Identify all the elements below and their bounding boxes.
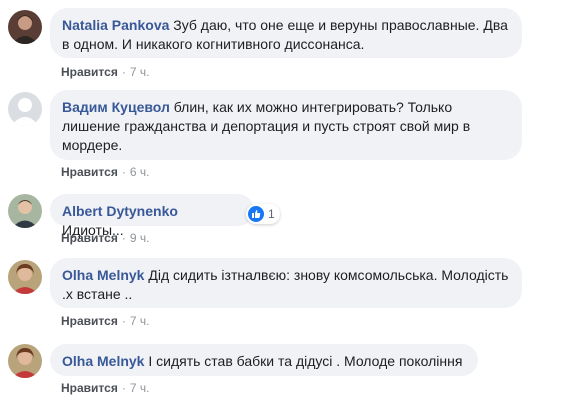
separator: · — [121, 165, 126, 179]
like-link[interactable]: Нравится — [61, 165, 118, 179]
comment-actions: Нравится · 6 ч. — [61, 164, 149, 180]
timestamp[interactable]: 9 ч. — [130, 231, 150, 245]
comment-author[interactable]: Вадим Куцевол — [62, 99, 170, 115]
avatar[interactable] — [8, 344, 42, 378]
user-photo-icon — [8, 260, 42, 294]
avatar[interactable] — [8, 10, 42, 44]
default-avatar-icon — [8, 92, 42, 126]
timestamp[interactable]: 7 ч. — [130, 314, 150, 328]
comment-actions: Нравится · 7 ч. — [61, 380, 149, 396]
separator: · — [121, 231, 126, 245]
comment-actions: Нравится · 7 ч. — [61, 64, 149, 80]
timestamp[interactable]: 6 ч. — [130, 165, 150, 179]
comment-author[interactable]: Albert Dytynenko — [62, 203, 178, 219]
comment-author[interactable]: Olha Melnyk — [62, 267, 144, 283]
like-link[interactable]: Нравится — [61, 65, 118, 79]
like-link[interactable]: Нравится — [61, 381, 118, 395]
comment-author[interactable]: Natalia Pankova — [62, 17, 169, 33]
comment-actions: Нравится · 7 ч. — [61, 313, 149, 329]
timestamp[interactable]: 7 ч. — [130, 65, 150, 79]
reaction-count: 1 — [268, 207, 275, 221]
timestamp[interactable]: 7 ч. — [130, 381, 150, 395]
comment-bubble: Olha Melnyk Дід сидить ізтналвєю: знову … — [50, 258, 522, 308]
comment-bubble: Olha Melnyk І сидять став бабки та дідус… — [50, 344, 478, 376]
like-link[interactable]: Нравится — [61, 314, 118, 328]
like-link[interactable]: Нравится — [61, 231, 118, 245]
comment-author[interactable]: Olha Melnyk — [62, 353, 144, 369]
separator: · — [121, 65, 126, 79]
avatar[interactable] — [8, 92, 42, 126]
comment-text: І сидять став бабки та дідусі . Молоде п… — [148, 353, 463, 369]
user-photo-icon — [8, 344, 42, 378]
comment-bubble: Natalia Pankova Зуб даю, что оне еще и в… — [50, 8, 522, 58]
separator: · — [121, 381, 126, 395]
separator: · — [121, 314, 126, 328]
avatar[interactable] — [8, 260, 42, 294]
user-photo-icon — [8, 10, 42, 44]
user-photo-icon — [8, 194, 42, 228]
comment-bubble: Albert Dytynenko Идиоты... — [50, 194, 254, 238]
comment-bubble: Вадим Куцевол блин, как их можно интегри… — [50, 90, 522, 160]
reaction-count-badge[interactable]: 1 — [246, 204, 280, 224]
comment-actions: Нравится · 9 ч. — [61, 230, 149, 246]
avatar[interactable] — [8, 194, 42, 228]
like-thumb-icon — [248, 206, 264, 222]
